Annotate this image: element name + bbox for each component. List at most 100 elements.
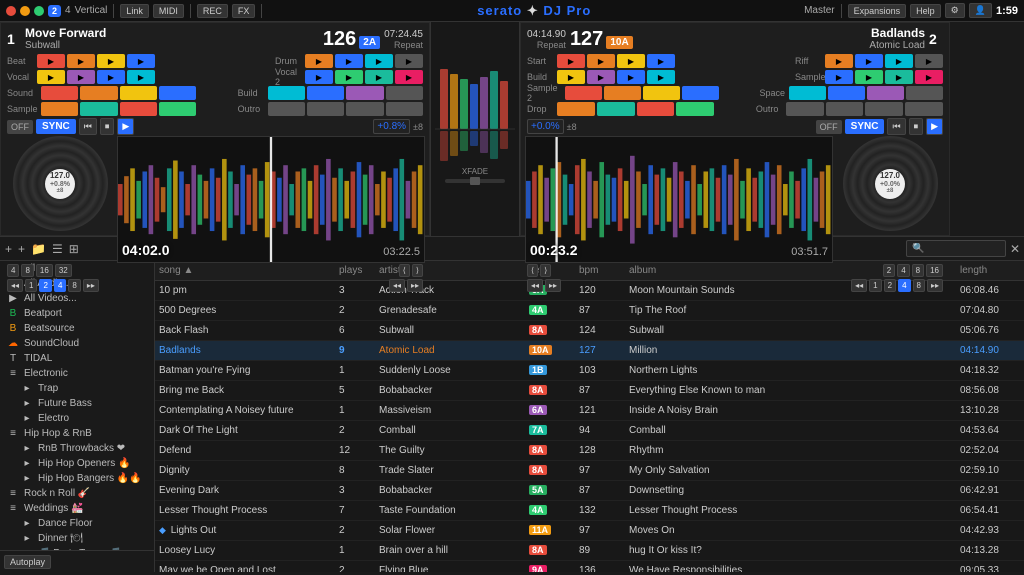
- sidebar-item-hipbangers[interactable]: ▸ Hip Hop Bangers 🔥🔥: [0, 471, 154, 486]
- table-row[interactable]: Back Flash 6 Subwall 8A 124 Subwall 05:0…: [155, 321, 1024, 341]
- nav-right-back[interactable]: ⟨: [527, 264, 538, 277]
- table-row[interactable]: 500 Degrees 2 Grenadesafe 4A 87 Tip The …: [155, 301, 1024, 321]
- sidebar-item-dinner[interactable]: ▸ Dinner 🍽: [0, 531, 154, 546]
- cue-vocal-1[interactable]: ▶: [37, 70, 65, 84]
- expansions-btn[interactable]: Expansions: [848, 4, 907, 18]
- sidebar-item-weddings[interactable]: ≡ Weddings 💒: [0, 501, 154, 516]
- drop-btn-1[interactable]: [557, 102, 595, 116]
- col-length[interactable]: length: [960, 265, 1020, 276]
- rec-btn[interactable]: REC: [197, 4, 228, 18]
- off-btn-right[interactable]: OFF: [816, 120, 842, 134]
- sidebar-item-dancefloor[interactable]: ▸ Dance Floor: [0, 516, 154, 531]
- nav-left-d[interactable]: 4: [54, 279, 66, 292]
- fx-btn[interactable]: FX: [232, 4, 256, 18]
- table-row[interactable]: Evening Dark 3 Bobabacker 5A 87 Downsett…: [155, 481, 1024, 501]
- table-row[interactable]: Defend 12 The Guilty 8A 128 Rhythm 02:52…: [155, 441, 1024, 461]
- cue-vocal2-1[interactable]: ▶: [305, 70, 333, 84]
- table-row[interactable]: May we be Open and Lost 2 Flying Blue 9A…: [155, 561, 1024, 572]
- loop-left-4[interactable]: 4: [7, 264, 19, 277]
- build-btn-1[interactable]: [268, 86, 305, 100]
- sample-btn-2[interactable]: [80, 102, 117, 116]
- cue-riff-1[interactable]: ▶: [825, 54, 853, 68]
- table-row[interactable]: Dignity 8 Trade Slater 8A 97 My Only Sal…: [155, 461, 1024, 481]
- cue-beat-1[interactable]: ▶: [37, 54, 65, 68]
- table-row[interactable]: ◆ Lights Out 2 Solar Flower 11A 97 Moves…: [155, 521, 1024, 541]
- sidebar-item-electro[interactable]: ▸ Electro: [0, 411, 154, 426]
- outro-right-1[interactable]: [786, 102, 824, 116]
- nav-right-b[interactable]: 1: [869, 279, 881, 292]
- settings-btn[interactable]: ⚙: [945, 3, 965, 18]
- table-row[interactable]: Lesser Thought Process 7 Taste Foundatio…: [155, 501, 1024, 521]
- sidebar-item-rocknroll[interactable]: ≡ Rock n Roll 🎸: [0, 486, 154, 501]
- cue-vocal2-2[interactable]: ▶: [335, 70, 363, 84]
- cue-beat-2[interactable]: ▶: [67, 54, 95, 68]
- table-row[interactable]: Badlands 9 Atomic Load 10A 127 Million 0…: [155, 341, 1024, 361]
- table-row[interactable]: Dark Of The Light 2 Comball 7A 94 Combal…: [155, 421, 1024, 441]
- loop-left-16[interactable]: 16: [36, 264, 53, 277]
- table-row[interactable]: Batman you're Fying 1 Suddenly Loose 1B …: [155, 361, 1024, 381]
- outro-btn-1[interactable]: [268, 102, 305, 116]
- sidebar-item-beatsource[interactable]: B Beatsource: [0, 321, 154, 336]
- table-row[interactable]: Bring me Back 5 Bobabacker 8A 87 Everyth…: [155, 381, 1024, 401]
- deck-right-vinyl[interactable]: 127.0 +0.0% ±8: [835, 136, 945, 231]
- space-btn-1[interactable]: [789, 86, 826, 100]
- off-btn-left[interactable]: OFF: [7, 120, 33, 134]
- cue-riff-2[interactable]: ▶: [855, 54, 883, 68]
- sample2-btn-2[interactable]: [604, 86, 641, 100]
- drop-btn-2[interactable]: [597, 102, 635, 116]
- cue-beat-4[interactable]: ▶: [127, 54, 155, 68]
- sync-btn-right[interactable]: SYNC: [845, 119, 885, 134]
- sound-btn-3[interactable]: [120, 86, 157, 100]
- help-btn[interactable]: Help: [910, 4, 941, 18]
- drop-btn-4[interactable]: [676, 102, 714, 116]
- nav-left-h[interactable]: ▸▸: [407, 279, 423, 292]
- loop-left-32[interactable]: 32: [55, 264, 72, 277]
- loop-right-16[interactable]: 16: [926, 264, 943, 277]
- nav-left-b[interactable]: 1: [25, 279, 37, 292]
- outro-right-4[interactable]: [905, 102, 943, 116]
- prev-track-left[interactable]: ⏮: [79, 118, 97, 135]
- autoplay-button[interactable]: Autoplay: [4, 555, 51, 569]
- build-btn-4[interactable]: [386, 86, 423, 100]
- link-btn[interactable]: Link: [120, 4, 149, 18]
- cue-vocal2-4[interactable]: ▶: [395, 70, 423, 84]
- cue-btn-right[interactable]: ⏹: [909, 118, 924, 135]
- sample2-btn-1[interactable]: [565, 86, 602, 100]
- cue-buildr-1[interactable]: ▶: [557, 70, 585, 84]
- sound-btn-1[interactable]: [41, 86, 78, 100]
- sidebar-item-tidal[interactable]: T TIDAL: [0, 351, 154, 366]
- nav-right-a[interactable]: ◂◂: [851, 279, 867, 292]
- cue-drum-2[interactable]: ▶: [335, 54, 363, 68]
- account-btn[interactable]: 👤: [969, 3, 992, 18]
- cue-beat-3[interactable]: ▶: [97, 54, 125, 68]
- sidebar-item-futurebass[interactable]: ▸ Future Bass: [0, 396, 154, 411]
- close-search-btn[interactable]: ✕: [1010, 242, 1020, 256]
- cue-sampler-1[interactable]: ▶: [825, 70, 853, 84]
- nav-left-f[interactable]: ▸▸: [83, 279, 99, 292]
- cue-sampler-4[interactable]: ▶: [915, 70, 943, 84]
- drop-btn-3[interactable]: [637, 102, 675, 116]
- build-btn-3[interactable]: [346, 86, 383, 100]
- midi-btn[interactable]: MIDI: [153, 4, 184, 18]
- cue-drum-1[interactable]: ▶: [305, 54, 333, 68]
- minimize-dot[interactable]: [20, 6, 30, 16]
- space-btn-2[interactable]: [828, 86, 865, 100]
- sample2-btn-4[interactable]: [682, 86, 719, 100]
- nav-left-a[interactable]: ◂◂: [7, 279, 23, 292]
- space-btn-3[interactable]: [867, 86, 904, 100]
- loop-right-2[interactable]: 2: [883, 264, 895, 277]
- cue-sampler-3[interactable]: ▶: [885, 70, 913, 84]
- sample-btn-4[interactable]: [159, 102, 196, 116]
- loop-right-8[interactable]: 8: [912, 264, 924, 277]
- sidebar-item-beatport[interactable]: B Beatport: [0, 306, 154, 321]
- cue-drum-4[interactable]: ▶: [395, 54, 423, 68]
- cue-start-4[interactable]: ▶: [647, 54, 675, 68]
- sidebar-item-hiphop[interactable]: ≡ Hip Hop & RnB: [0, 426, 154, 441]
- sync-btn-left[interactable]: SYNC: [36, 119, 76, 134]
- cue-buildr-3[interactable]: ▶: [617, 70, 645, 84]
- vinyl-disc-right[interactable]: 127.0 +0.0% ±8: [843, 136, 938, 231]
- sound-btn-4[interactable]: [159, 86, 196, 100]
- loop-right-4[interactable]: 4: [897, 264, 909, 277]
- cue-buildr-2[interactable]: ▶: [587, 70, 615, 84]
- sidebar-item-rnb[interactable]: ▸ RnB Throwbacks ❤: [0, 441, 154, 456]
